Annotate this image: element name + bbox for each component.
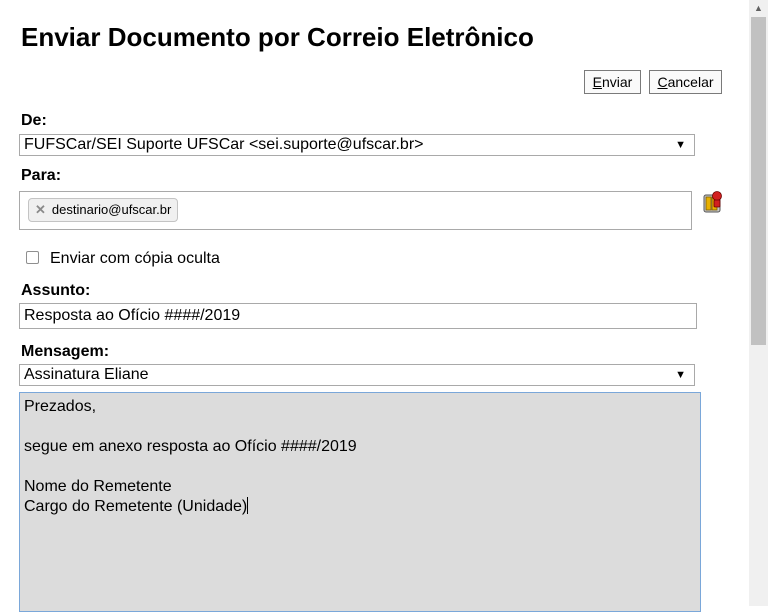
message-label: Mensagem: <box>21 343 110 360</box>
from-label: De: <box>21 112 47 129</box>
message-template-value: Assinatura Eliane <box>24 366 149 383</box>
from-selected-value: FUFSCar/SEI Suporte UFSCar <sei.suporte@… <box>24 136 424 153</box>
subject-label: Assunto: <box>21 282 91 299</box>
message-line: Nome do Remetente <box>24 478 172 495</box>
page-title: Enviar Documento por Correio Eletrônico <box>21 22 534 52</box>
to-label: Para: <box>21 167 62 184</box>
chevron-down-icon: ▼ <box>675 139 686 151</box>
from-select[interactable]: FUFSCar/SEI Suporte UFSCar <sei.suporte@… <box>19 134 695 156</box>
cancel-accesskey: C <box>657 74 668 90</box>
cancel-label: ancelar <box>667 74 714 90</box>
recipient-chip: ✕ destinario@ufscar.br <box>28 198 179 222</box>
subject-input[interactable]: Resposta ao Ofício ####/2019 <box>19 303 697 329</box>
send-accesskey: E <box>592 74 602 90</box>
message-line: segue em anexo resposta ao Ofício ####/2… <box>24 438 357 455</box>
bcc-label: Enviar com cópia oculta <box>50 250 220 267</box>
recipient-email: destinario@ufscar.br <box>51 202 172 217</box>
text-caret <box>247 497 249 514</box>
message-textarea[interactable]: Prezados, segue em anexo resposta ao Ofí… <box>19 392 701 612</box>
scrollbar-thumb[interactable] <box>751 17 766 345</box>
address-book-icon[interactable] <box>701 189 727 215</box>
chevron-down-icon: ▼ <box>675 369 686 381</box>
send-label: nviar <box>601 74 633 90</box>
cancel-button[interactable]: Cancelar <box>649 70 722 94</box>
send-button[interactable]: Enviar <box>584 70 641 94</box>
message-line: Cargo do Remetente (Unidade) <box>24 498 248 515</box>
scroll-up-icon[interactable]: ▲ <box>749 0 768 17</box>
close-icon[interactable]: ✕ <box>35 202 46 217</box>
recipients-field[interactable]: ✕ destinario@ufscar.br <box>19 191 692 230</box>
message-line: Prezados, <box>24 398 97 415</box>
vertical-scrollbar[interactable]: ▲ <box>749 0 768 606</box>
message-template-select[interactable]: Assinatura Eliane ▼ <box>19 364 695 386</box>
bcc-checkbox[interactable] <box>26 251 39 264</box>
